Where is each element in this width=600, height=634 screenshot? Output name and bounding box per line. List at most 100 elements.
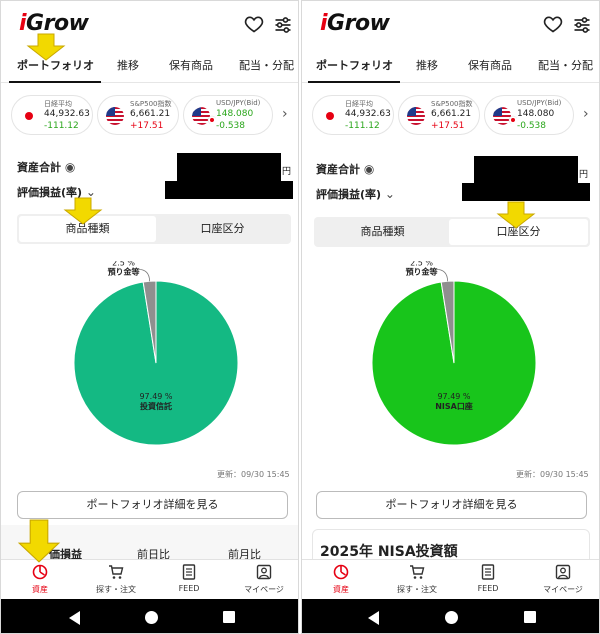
chevron-right-icon[interactable]: › <box>583 106 589 122</box>
market-name: 日経平均 <box>44 100 72 108</box>
market-change: -111.12 <box>345 121 380 131</box>
favorite-heart-icon[interactable] <box>244 14 264 34</box>
settings-sliders-icon[interactable] <box>572 15 592 35</box>
japan-flag-icon <box>326 112 334 120</box>
main-tabs: ポートフォリオ 推移 保有商品 配当・分配 <box>302 49 599 83</box>
nav-mypage[interactable]: マイページ <box>229 560 298 600</box>
tab-dividends[interactable]: 配当・分配 <box>538 57 593 73</box>
usd-jpy-flag-icon <box>192 107 216 125</box>
nav-assets[interactable]: 資産 <box>306 560 376 600</box>
cart-icon <box>410 565 425 579</box>
nav-label: マイページ <box>543 585 583 594</box>
nav-assets[interactable]: 資産 <box>5 560 75 600</box>
right-screen: iGrow ポートフォリオ 推移 保有商品 配当・分配 日経平均 44,932.… <box>301 0 600 634</box>
market-value: 6,661.21 <box>130 109 171 119</box>
nav-feed[interactable]: FEED <box>154 560 224 600</box>
pie-label-cash-name: 預り金等 <box>108 266 140 276</box>
profile-icon <box>555 564 571 580</box>
update-timestamp: 更新：09/30 15:45 <box>217 470 290 479</box>
highlight-arrow-icon <box>496 201 536 229</box>
active-tab-indicator <box>308 81 400 83</box>
recent-apps-icon[interactable] <box>524 611 536 623</box>
bottom-navigation: 資産 探す・注文 FEED マイページ <box>1 559 298 599</box>
market-card-usdjpy[interactable]: USD/JPY(Bid) 148.080 -0.538 <box>183 95 273 135</box>
market-name: S&P500指数 <box>130 100 172 108</box>
left-screen: iGrow ポートフォリオ 推移 保有商品 配当・分配 日経平均 44,932.… <box>0 0 299 634</box>
home-icon[interactable] <box>145 611 158 624</box>
back-icon[interactable] <box>368 611 379 625</box>
market-card-nikkei[interactable]: 日経平均 44,932.63 -111.12 <box>11 95 93 135</box>
market-value: 148.080 <box>517 109 555 119</box>
document-icon <box>481 564 495 580</box>
market-value: 44,932.63 <box>345 109 391 119</box>
nav-label: マイページ <box>244 585 284 594</box>
asset-pie-chart: 97.49 %投資信託2.5 %預り金等 <box>73 261 239 446</box>
chevron-down-icon: ⌄ <box>384 187 395 201</box>
nav-label: FEED <box>178 584 200 593</box>
breakdown-segment: 商品種類 口座区分 <box>314 217 590 247</box>
pie-label-major-percent: 97.49 % <box>139 392 172 401</box>
market-card-sp500[interactable]: S&P500指数 6,661.21 +17.51 <box>398 95 480 135</box>
pie-chart-icon <box>333 564 349 580</box>
document-icon <box>182 564 196 580</box>
nav-search-order[interactable]: 探す・注文 <box>81 560 151 600</box>
total-assets-redacted <box>474 156 578 184</box>
android-system-nav <box>302 599 599 633</box>
usa-flag-icon <box>106 107 124 125</box>
nav-search-order[interactable]: 探す・注文 <box>382 560 452 600</box>
tab-history[interactable]: 推移 <box>117 57 139 73</box>
market-value: 44,932.63 <box>44 109 90 119</box>
eye-icon[interactable]: ◉ <box>364 162 374 176</box>
top-bar: iGrow <box>302 1 599 46</box>
yen-unit: 円 <box>579 170 589 180</box>
recent-apps-icon[interactable] <box>223 611 235 623</box>
market-change: -0.538 <box>216 121 246 131</box>
cart-icon <box>109 565 124 579</box>
market-card-nikkei[interactable]: 日経平均 44,932.63 -111.12 <box>312 95 394 135</box>
nav-feed[interactable]: FEED <box>453 560 523 600</box>
nav-mypage[interactable]: マイページ <box>528 560 598 600</box>
portfolio-detail-button[interactable]: ポートフォリオ詳細を見る <box>316 491 587 519</box>
nisa-section-title: 2025年 NISA投資額 <box>320 544 458 560</box>
home-icon[interactable] <box>445 611 458 624</box>
nav-label: 資産 <box>32 585 48 594</box>
pnl-label[interactable]: 評価損益(率) ⌄ <box>316 186 395 202</box>
market-name: USD/JPY(Bid) <box>216 99 261 107</box>
chevron-right-icon[interactable]: › <box>282 106 288 122</box>
tab-history[interactable]: 推移 <box>416 57 438 73</box>
pie-label-major-name: 投資信託 <box>140 401 172 411</box>
market-value: 148.080 <box>216 109 254 119</box>
market-name: S&P500指数 <box>431 100 473 108</box>
tab-dividends[interactable]: 配当・分配 <box>239 57 294 73</box>
eye-icon[interactable]: ◉ <box>65 160 75 174</box>
usd-jpy-flag-icon <box>493 107 517 125</box>
market-name: 日経平均 <box>345 100 373 108</box>
active-tab-indicator <box>9 81 101 83</box>
nav-label: 探す・注文 <box>397 585 437 594</box>
favorite-heart-icon[interactable] <box>543 14 563 34</box>
market-change: +17.51 <box>130 121 164 131</box>
tab-portfolio[interactable]: ポートフォリオ <box>316 57 393 73</box>
app-logo: iGrow <box>320 11 390 36</box>
nav-label: 探す・注文 <box>96 585 136 594</box>
back-icon[interactable] <box>69 611 80 625</box>
nav-label: 資産 <box>333 585 349 594</box>
pie-label-major-name: NISA口座 <box>435 401 473 411</box>
settings-sliders-icon[interactable] <box>273 15 293 35</box>
total-assets-redacted <box>177 153 281 181</box>
tab-holdings[interactable]: 保有商品 <box>169 57 213 73</box>
pie-chart-icon <box>32 564 48 580</box>
total-assets-label: 資産合計 ◉ <box>316 162 375 176</box>
market-card-sp500[interactable]: S&P500指数 6,661.21 +17.51 <box>97 95 179 135</box>
portfolio-detail-button[interactable]: ポートフォリオ詳細を見る <box>17 491 288 519</box>
breakdown-segment: 商品種類 口座区分 <box>17 214 291 244</box>
pie-label-major-percent: 97.49 % <box>437 392 470 401</box>
update-timestamp: 更新：09/30 15:45 <box>516 470 589 479</box>
market-card-usdjpy[interactable]: USD/JPY(Bid) 148.080 -0.538 <box>484 95 574 135</box>
android-system-nav <box>1 599 298 633</box>
highlight-arrow-icon <box>63 197 103 225</box>
tab-holdings[interactable]: 保有商品 <box>468 57 512 73</box>
segment-account-type[interactable]: 口座区分 <box>156 216 289 242</box>
segment-product-type[interactable]: 商品種類 <box>316 219 449 245</box>
pie-label-cash-name: 預り金等 <box>406 266 438 276</box>
